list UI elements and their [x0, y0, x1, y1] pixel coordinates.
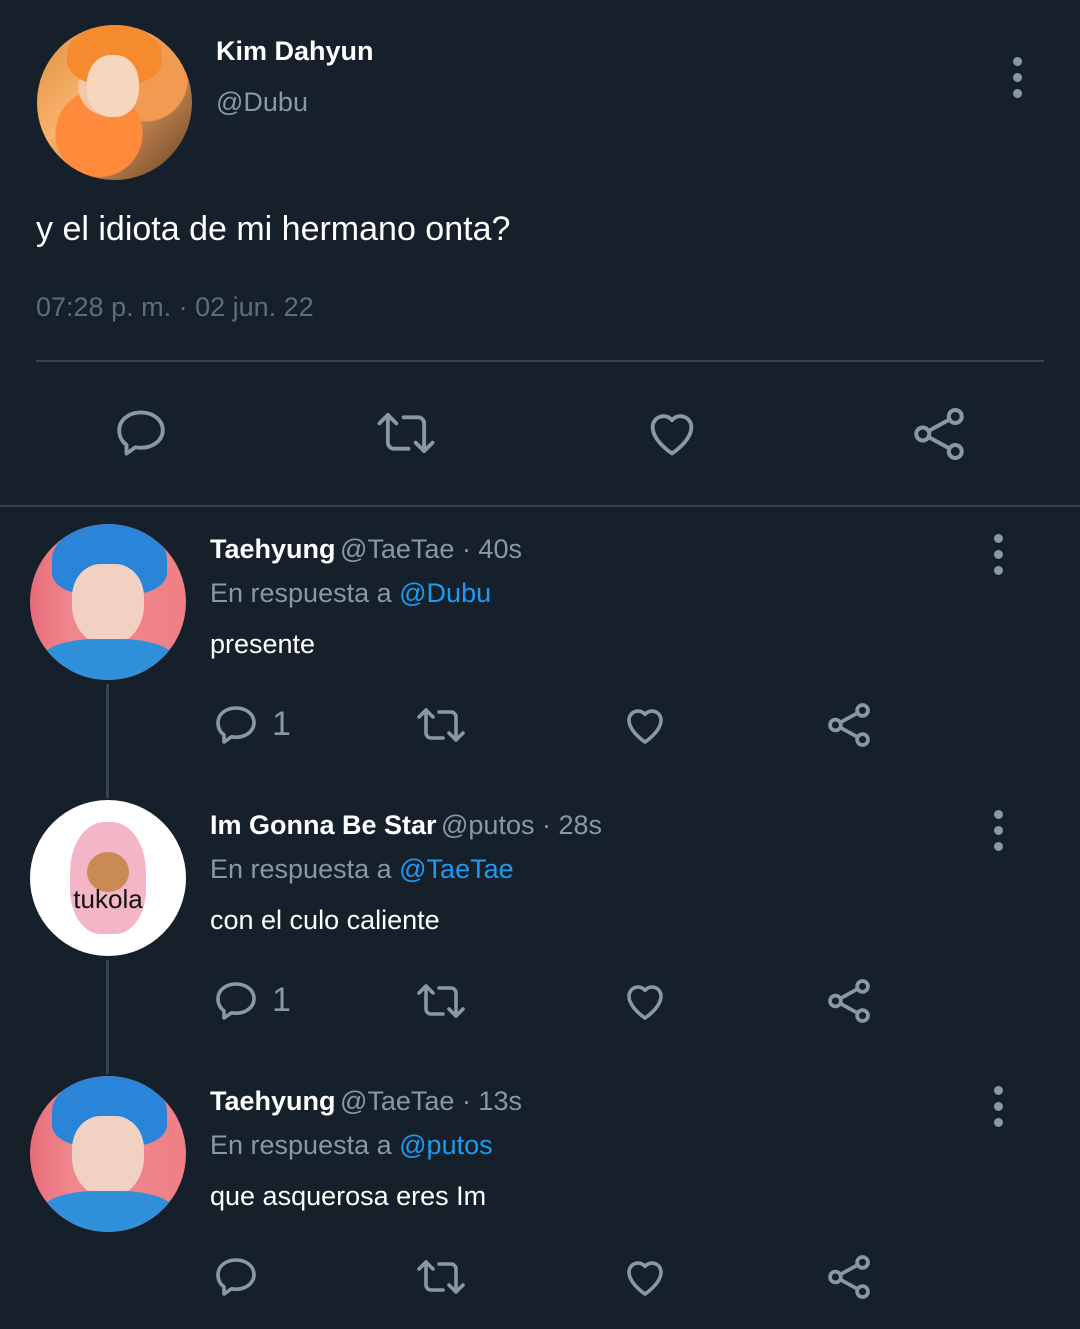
reply-handle-time: @putos · 28s [441, 810, 602, 840]
reply-handle-time: @TaeTae · 13s [339, 1086, 522, 1116]
avatar-taehyung[interactable] [30, 524, 186, 680]
mention-link[interactable]: @putos [399, 1130, 492, 1160]
avatar-face-shape [72, 564, 144, 646]
avatar-label: tukola [73, 884, 143, 914]
retweet-icon[interactable] [412, 701, 470, 749]
more-options-icon[interactable] [988, 1086, 1008, 1127]
reply-handle-time: @TaeTae · 40s [339, 534, 522, 564]
reply-author-name[interactable]: Taehyung [210, 1086, 336, 1116]
more-options-icon[interactable] [988, 810, 1008, 851]
tweet-text: y el idiota de mi hermano onta? [36, 210, 511, 248]
reply-text: con el culo caliente [210, 905, 440, 935]
avatar-face-shape [72, 1116, 144, 1198]
reply-icon[interactable] [212, 1253, 260, 1301]
author-name[interactable]: Kim Dahyun [216, 36, 374, 67]
more-options-icon[interactable] [988, 534, 1008, 575]
share-icon[interactable] [824, 976, 874, 1026]
avatar-shirt-shape [38, 639, 178, 680]
tweet-timestamp[interactable]: 07:28 p. m. · 02 jun. 22 [36, 292, 314, 323]
reply-author-name[interactable]: Taehyung [210, 534, 336, 564]
like-icon[interactable] [621, 977, 669, 1025]
like-icon[interactable] [643, 404, 701, 462]
reply-text: que asquerosa eres Im [210, 1181, 487, 1211]
thread-line [106, 684, 109, 798]
mention-link[interactable]: @Dubu [399, 578, 491, 608]
section-divider [0, 505, 1080, 507]
divider [36, 360, 1044, 362]
reply-icon[interactable] [212, 701, 260, 749]
avatar-im-gonna-be-star[interactable]: tukola [30, 800, 186, 956]
author-handle[interactable]: @Dubu [216, 87, 308, 118]
share-icon[interactable] [909, 404, 969, 464]
thread-line [106, 960, 109, 1074]
reply-prefix: En respuesta a [210, 1130, 392, 1160]
share-icon[interactable] [824, 700, 874, 750]
avatar-face-shape [87, 55, 139, 117]
retweet-icon[interactable] [412, 977, 470, 1025]
reply-icon[interactable] [112, 404, 170, 462]
reply-icon[interactable] [212, 977, 260, 1025]
reply-count: 1 [272, 981, 291, 1019]
avatar-taehyung[interactable] [30, 1076, 186, 1232]
reply-author-name[interactable]: Im Gonna Be Star [210, 810, 437, 840]
reply-prefix: En respuesta a [210, 578, 392, 608]
more-options-icon[interactable] [1007, 57, 1027, 98]
avatar-shirt-shape [38, 1191, 178, 1232]
retweet-icon[interactable] [412, 1253, 470, 1301]
reply-text: presente [210, 629, 316, 659]
avatar-kim-dahyun[interactable] [37, 25, 192, 180]
reply-count: 1 [272, 705, 291, 743]
like-icon[interactable] [621, 701, 669, 749]
retweet-icon[interactable] [372, 404, 440, 462]
like-icon[interactable] [621, 1253, 669, 1301]
reply-prefix: En respuesta a [210, 854, 392, 884]
share-icon[interactable] [824, 1252, 874, 1302]
mention-link[interactable]: @TaeTae [399, 854, 513, 884]
